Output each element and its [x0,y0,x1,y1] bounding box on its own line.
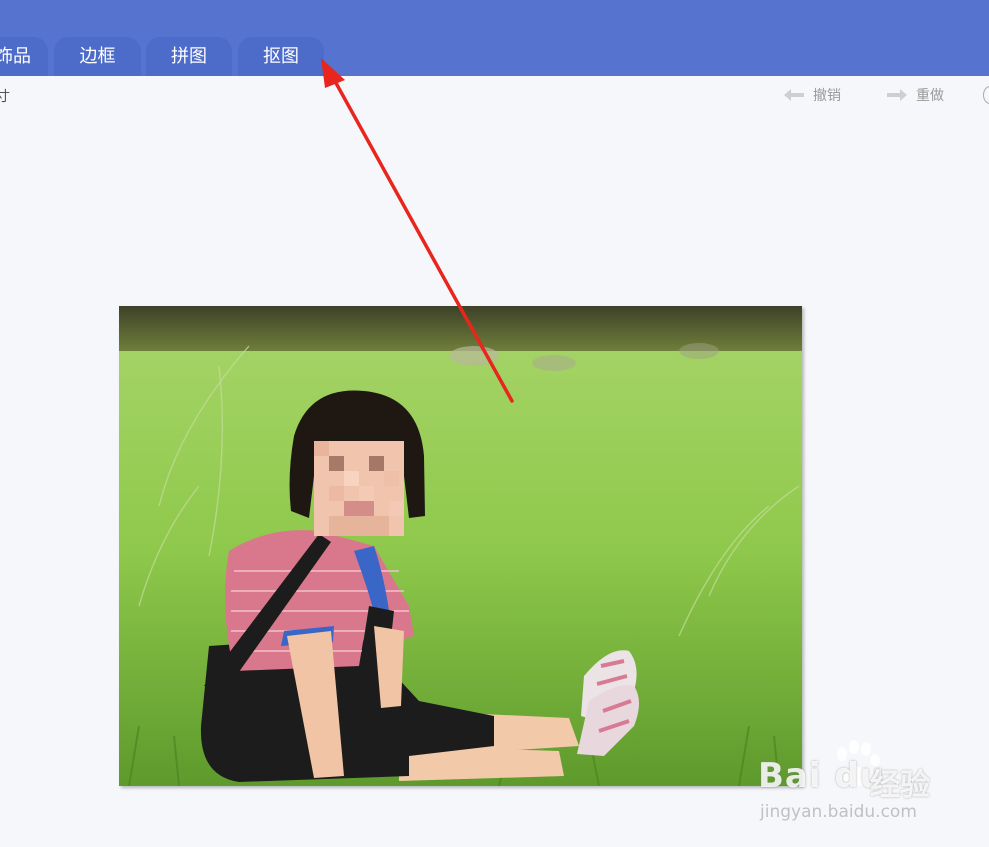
watermark-brand: Bai du [758,756,885,796]
undo-label: 撤销 [813,88,841,104]
tab-label: 饰品 [0,46,31,67]
watermark-url: jingyan.baidu.com [760,802,917,822]
baidu-watermark: Bai du 经验 jingyan.baidu.com [758,740,948,832]
toolbar-left-fragment[interactable]: 寸 [0,86,10,106]
watermark-cn: 经验 [870,768,930,803]
edited-photo [119,306,802,786]
undo-button[interactable]: 撤销 [783,85,841,105]
tab-label: 边框 [79,46,116,67]
top-header-bar: 饰品 边框 拼图 抠图 [0,0,989,76]
tab-label: 抠图 [263,46,299,67]
redo-label: 重做 [916,88,944,104]
tab-label: 拼图 [171,46,207,67]
arrow-right-icon [887,89,907,101]
tab-border[interactable]: 边框 [54,37,141,76]
redo-button[interactable]: 重做 [886,85,944,105]
tab-collage[interactable]: 拼图 [146,37,232,76]
tab-accessories[interactable]: 饰品 [0,37,48,76]
tab-cutout[interactable]: 抠图 [238,37,324,76]
arrow-left-icon [784,89,804,101]
